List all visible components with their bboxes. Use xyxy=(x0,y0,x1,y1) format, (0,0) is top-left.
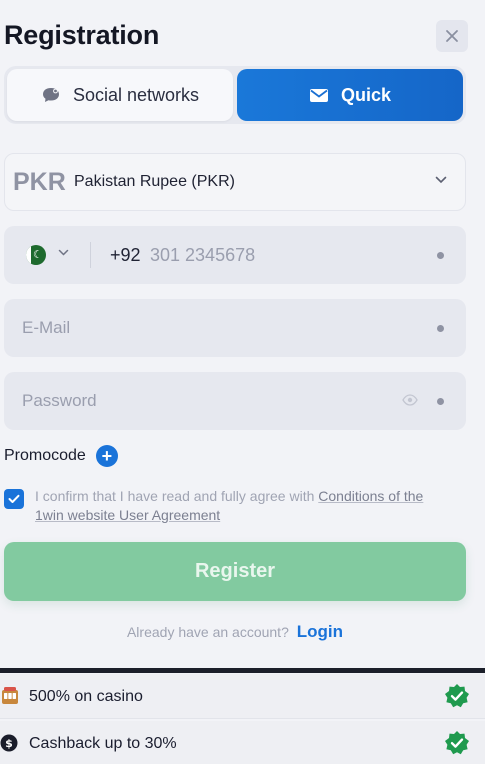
agreement-text: I confirm that I have read and fully agr… xyxy=(35,487,454,525)
promocode-label: Promocode xyxy=(4,447,86,464)
email-field xyxy=(4,299,466,357)
svg-text:$: $ xyxy=(5,737,13,750)
close-button[interactable] xyxy=(436,20,468,52)
checkmark-icon xyxy=(8,494,20,503)
chat-bubble-icon xyxy=(42,88,59,102)
login-link[interactable]: Login xyxy=(297,622,343,641)
registration-panel: Registration Social networks Quick PKR P… xyxy=(0,0,485,668)
registration-tabs: Social networks Quick xyxy=(4,66,466,124)
pakistan-flag-icon[interactable]: ☾ xyxy=(26,245,46,265)
bonus-label: 500% on casino xyxy=(29,688,143,705)
eye-icon[interactable] xyxy=(402,393,418,407)
login-prompt: Already have an account? xyxy=(126,624,289,640)
currency-name: Pakistan Rupee (PKR) xyxy=(74,173,235,190)
register-button[interactable]: Register xyxy=(4,542,466,601)
required-dot-icon xyxy=(437,398,444,405)
currency-code: PKR xyxy=(13,168,66,196)
email-input[interactable] xyxy=(22,313,392,343)
verified-check-icon xyxy=(445,731,469,755)
country-chevron-down-icon[interactable] xyxy=(58,249,69,256)
agreement-row: I confirm that I have read and fully agr… xyxy=(4,487,454,525)
close-icon xyxy=(446,30,458,42)
phone-field: ☾ +92 xyxy=(4,226,466,284)
phone-country-code: +92 xyxy=(110,245,141,265)
page-title: Registration xyxy=(4,20,160,50)
bonus-item: $ Cashback up to 30% xyxy=(0,721,485,764)
envelope-icon xyxy=(309,88,328,102)
login-row: Already have an account? Login xyxy=(0,622,470,642)
required-dot-icon xyxy=(437,252,444,259)
tab-social-networks[interactable]: Social networks xyxy=(7,69,233,121)
password-field xyxy=(4,372,466,430)
currency-select[interactable]: PKR Pakistan Rupee (PKR) xyxy=(4,153,466,211)
required-dot-icon xyxy=(437,325,444,332)
tab-quick-label: Quick xyxy=(340,84,392,105)
bonus-item: 500% on casino xyxy=(0,674,485,719)
bonus-label: Cashback up to 30% xyxy=(29,735,177,752)
chevron-down-icon xyxy=(435,176,447,184)
agreement-statement: I confirm that I have read and fully agr… xyxy=(35,488,319,504)
tab-quick[interactable]: Quick xyxy=(237,69,463,121)
casino-icon xyxy=(2,687,18,704)
phone-divider xyxy=(90,242,91,268)
tab-social-label: Social networks xyxy=(72,84,200,105)
section-divider xyxy=(0,668,485,673)
verified-check-icon xyxy=(445,684,469,708)
phone-input[interactable] xyxy=(150,240,380,270)
plus-icon[interactable]: + xyxy=(95,445,118,467)
password-input[interactable] xyxy=(22,386,392,416)
agreement-checkbox[interactable] xyxy=(4,489,24,509)
cashback-icon: $ xyxy=(0,734,18,752)
promocode-toggle[interactable]: Promocode + xyxy=(4,445,118,467)
